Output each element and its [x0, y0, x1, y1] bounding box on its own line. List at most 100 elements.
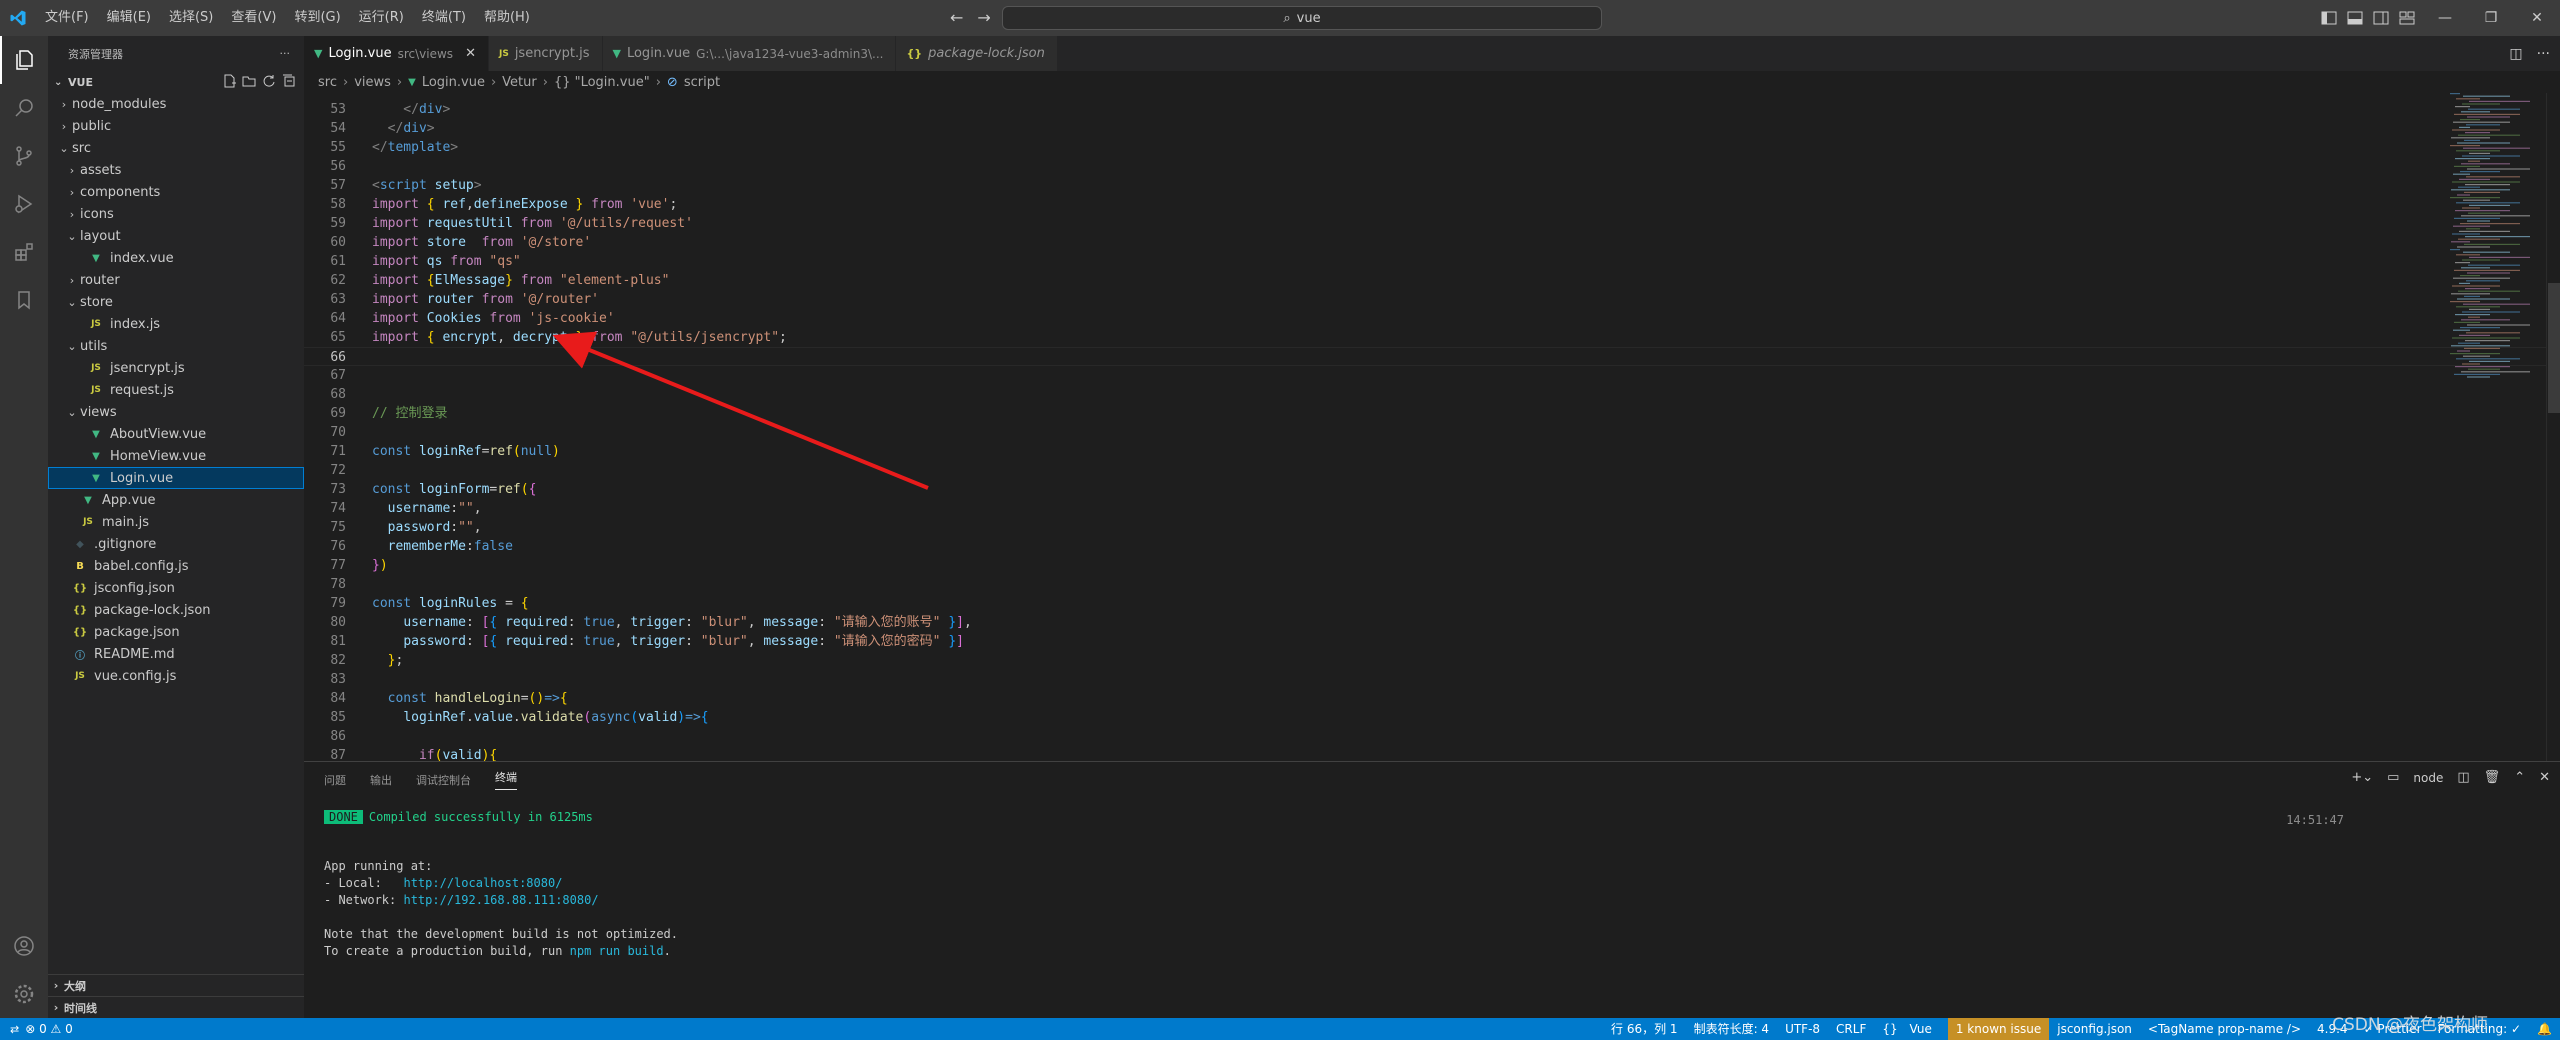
- tagname-case[interactable]: <TagName prop-name />: [2140, 1018, 2309, 1040]
- kill-terminal-icon[interactable]: 🗑: [2484, 770, 2501, 785]
- folder-item[interactable]: › node_modules: [48, 93, 304, 115]
- code-line[interactable]: [304, 93, 2560, 100]
- minimap[interactable]: [2446, 93, 2546, 761]
- account-icon[interactable]: [0, 922, 48, 970]
- forward-arrow-icon[interactable]: →: [977, 8, 990, 27]
- file-item[interactable]: ▼ Login.vue: [48, 467, 304, 489]
- restore-icon[interactable]: ❐: [2468, 0, 2514, 36]
- code-line[interactable]: 77}): [304, 556, 2560, 575]
- maximize-panel-icon[interactable]: ⌃: [2514, 770, 2525, 785]
- menu-item[interactable]: 文件(F): [36, 0, 98, 36]
- code-line[interactable]: 55 </template>: [304, 138, 2560, 157]
- folder-item[interactable]: ⌄ views: [48, 401, 304, 423]
- toggle-secondary-sidebar-icon[interactable]: [2370, 0, 2392, 36]
- file-item[interactable]: JS vue.config.js: [48, 665, 304, 687]
- notifications-icon[interactable]: 🔔: [2529, 1018, 2560, 1040]
- code-line[interactable]: 57 <script setup>: [304, 176, 2560, 195]
- folder-item[interactable]: › icons: [48, 203, 304, 225]
- collapse-all-icon[interactable]: [282, 74, 296, 91]
- new-terminal-icon[interactable]: +⌄: [2351, 770, 2373, 785]
- close-panel-icon[interactable]: ✕: [2539, 770, 2550, 785]
- close-tab-icon[interactable]: ✕: [465, 46, 476, 61]
- code-line[interactable]: 60 import store from '@/store': [304, 233, 2560, 252]
- panel-tab[interactable]: 输出: [370, 772, 392, 788]
- breadcrumb-item[interactable]: {} "Login.vue": [554, 75, 650, 90]
- local-url-link[interactable]: http://localhost:8080/: [403, 876, 562, 890]
- terminal-shell-name[interactable]: node: [2413, 771, 2443, 785]
- file-item[interactable]: JS request.js: [48, 379, 304, 401]
- folder-item[interactable]: › components: [48, 181, 304, 203]
- folder-item[interactable]: › assets: [48, 159, 304, 181]
- code-line[interactable]: 59 import requestUtil from '@/utils/reque…: [304, 214, 2560, 233]
- toggle-panel-icon[interactable]: [2344, 0, 2366, 36]
- minimize-icon[interactable]: —: [2422, 0, 2468, 36]
- menu-item[interactable]: 运行(R): [350, 0, 413, 36]
- menu-item[interactable]: 查看(V): [222, 0, 285, 36]
- breadcrumb-item[interactable]: Login.vue: [422, 75, 485, 90]
- file-item[interactable]: ▼ AboutView.vue: [48, 423, 304, 445]
- code-line[interactable]: 69 // 控制登录: [304, 404, 2560, 423]
- file-item[interactable]: JS jsencrypt.js: [48, 357, 304, 379]
- known-issue-badge[interactable]: 1 known issue: [1947, 1018, 2050, 1040]
- file-item[interactable]: ▼ index.vue: [48, 247, 304, 269]
- new-folder-icon[interactable]: [242, 74, 256, 91]
- file-item[interactable]: ◆ .gitignore: [48, 533, 304, 555]
- code-line[interactable]: 83: [304, 670, 2560, 689]
- code-line[interactable]: 78: [304, 575, 2560, 594]
- code-line[interactable]: 64 import Cookies from 'js-cookie': [304, 309, 2560, 328]
- run-debug-icon[interactable]: [0, 180, 48, 228]
- timeline-section[interactable]: › 时间线: [48, 996, 304, 1018]
- scrollbar-thumb[interactable]: [2548, 283, 2560, 413]
- code-line[interactable]: 67: [304, 366, 2560, 385]
- breadcrumb-item[interactable]: src: [318, 75, 337, 90]
- source-control-icon[interactable]: [0, 132, 48, 180]
- panel-tab[interactable]: 终端: [495, 769, 517, 790]
- file-item[interactable]: {} package.json: [48, 621, 304, 643]
- code-line[interactable]: 85 loginRef.value.validate(async(valid)=…: [304, 708, 2560, 727]
- editor-tab[interactable]: ▼ Login.vue src\views ✕: [304, 36, 489, 71]
- code-line[interactable]: 65 import { encrypt, decrypt } from "@/ut…: [304, 328, 2560, 347]
- outline-section[interactable]: › 大纲: [48, 974, 304, 996]
- code-line[interactable]: 80 username: [{ required: true, trigger:…: [304, 613, 2560, 632]
- menu-item[interactable]: 编辑(E): [98, 0, 160, 36]
- breadcrumb-item[interactable]: script: [684, 75, 720, 90]
- cursor-position[interactable]: 行 66，列 1: [1603, 1018, 1686, 1040]
- code-line[interactable]: 58 import { ref,defineExpose } from 'vue'…: [304, 195, 2560, 214]
- file-encoding[interactable]: UTF-8: [1777, 1018, 1828, 1040]
- editor-tab[interactable]: {} package-lock.json: [896, 36, 1058, 71]
- bookmark-icon[interactable]: [0, 276, 48, 324]
- breadcrumb-item[interactable]: views: [354, 75, 391, 90]
- tab-size[interactable]: 制表符长度: 4: [1686, 1018, 1778, 1040]
- search-view-icon[interactable]: [0, 84, 48, 132]
- code-line[interactable]: 79 const loginRules = {: [304, 594, 2560, 613]
- code-line[interactable]: 73 const loginForm=ref({: [304, 480, 2560, 499]
- toggle-sidebar-icon[interactable]: [2318, 0, 2340, 36]
- customize-layout-icon[interactable]: [2396, 0, 2418, 36]
- split-terminal-icon[interactable]: ◫: [2457, 770, 2469, 785]
- file-item[interactable]: Bbabel.config.js: [48, 555, 304, 577]
- file-item[interactable]: ▼ App.vue: [48, 489, 304, 511]
- code-line[interactable]: 63 import router from '@/router': [304, 290, 2560, 309]
- file-item[interactable]: JS index.js: [48, 313, 304, 335]
- code-line[interactable]: 70: [304, 423, 2560, 442]
- end-of-line[interactable]: CRLF: [1828, 1018, 1874, 1040]
- network-url-link[interactable]: http://192.168.88.111:8080/: [403, 893, 598, 907]
- file-item[interactable]: ⓘ README.md: [48, 643, 304, 665]
- menu-item[interactable]: 帮助(H): [475, 0, 539, 36]
- code-line[interactable]: 87 if(valid){: [304, 746, 2560, 761]
- folder-item[interactable]: ⌄ layout: [48, 225, 304, 247]
- menu-item[interactable]: 转到(G): [285, 0, 349, 36]
- code-line[interactable]: 75 password:"",: [304, 518, 2560, 537]
- remote-icon[interactable]: ⇄: [10, 1023, 19, 1036]
- code-line[interactable]: 61 import qs from "qs": [304, 252, 2560, 271]
- code-line[interactable]: 54 </div>: [304, 119, 2560, 138]
- folder-item[interactable]: ⌄ utils: [48, 335, 304, 357]
- code-line[interactable]: 76 rememberMe:false: [304, 537, 2560, 556]
- code-line[interactable]: 82 };: [304, 651, 2560, 670]
- split-editor-icon[interactable]: ◫: [2509, 46, 2522, 62]
- code-line[interactable]: 56: [304, 157, 2560, 176]
- menu-item[interactable]: 选择(S): [160, 0, 222, 36]
- file-item[interactable]: {} package-lock.json: [48, 599, 304, 621]
- explorer-icon[interactable]: [0, 36, 48, 84]
- more-actions-icon[interactable]: ···: [280, 47, 291, 60]
